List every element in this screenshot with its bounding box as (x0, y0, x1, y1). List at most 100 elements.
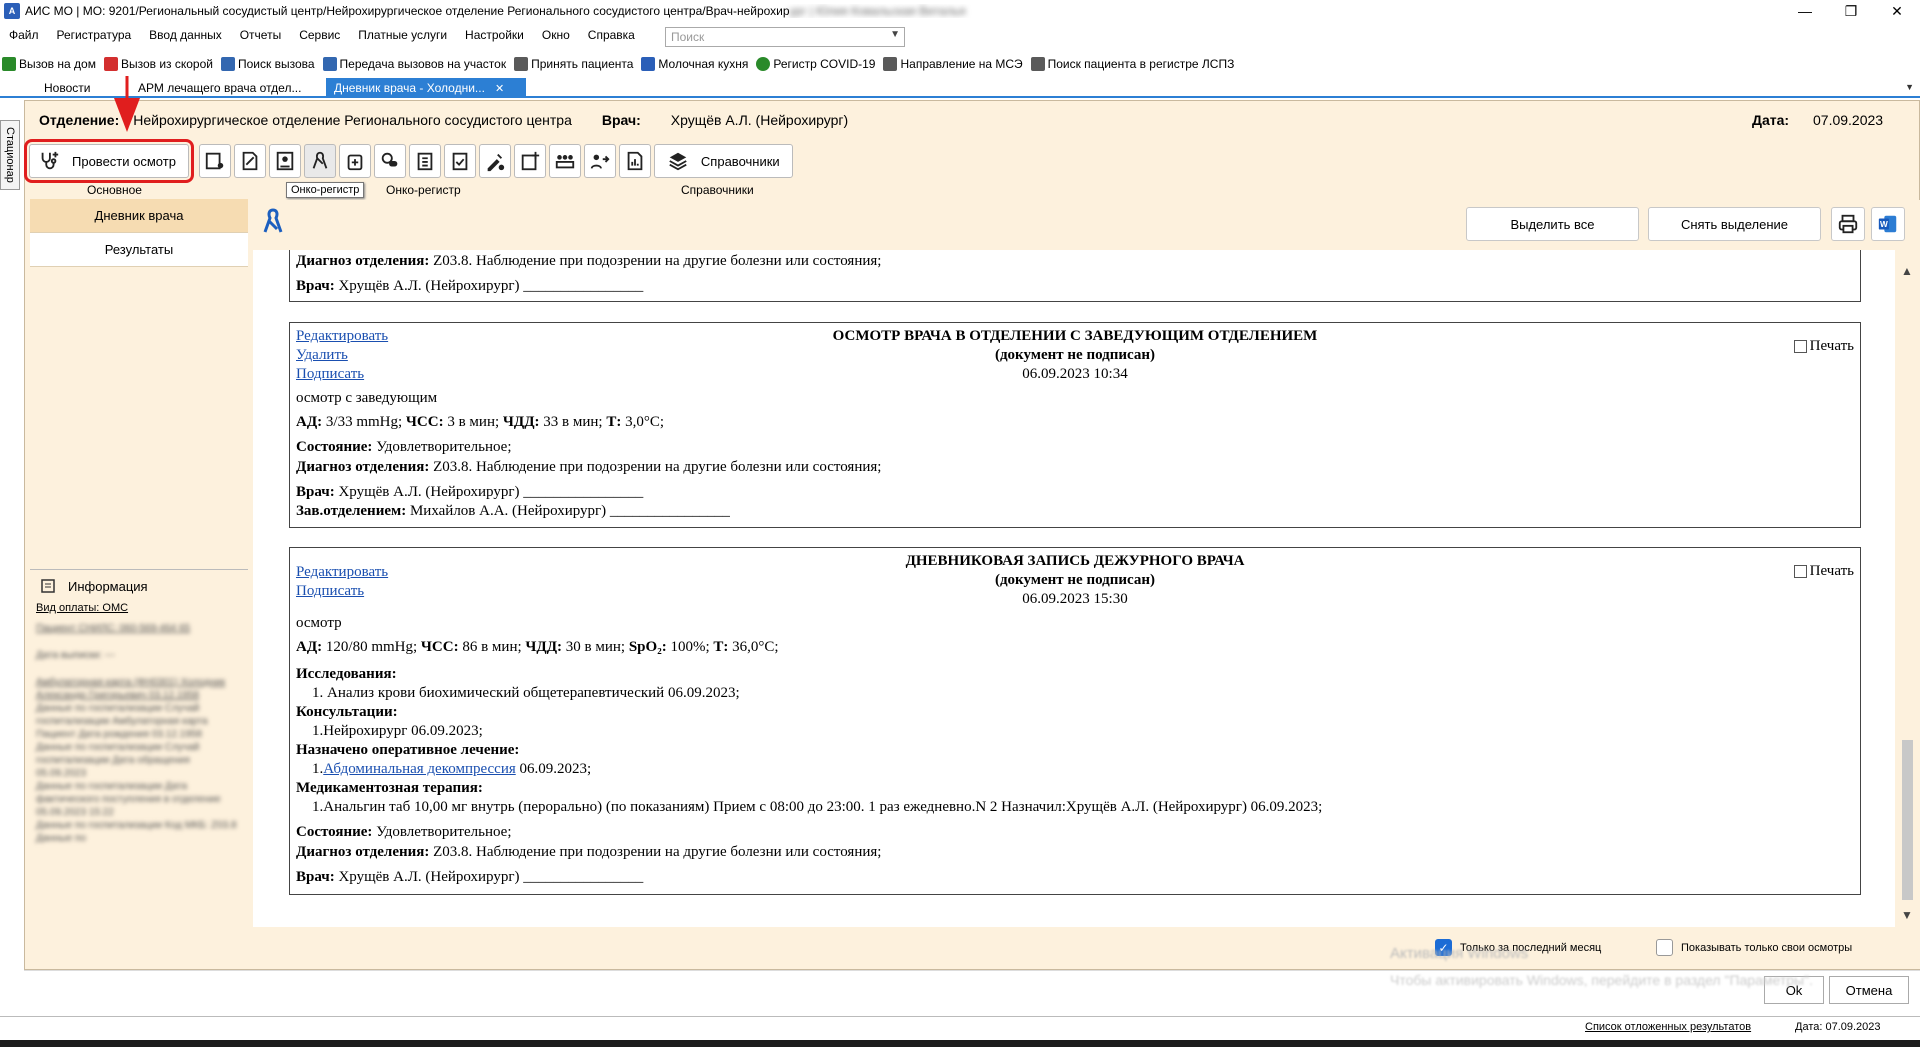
transfer-icon (322, 57, 337, 71)
record-status: (документ не подписан) (994, 347, 1156, 363)
chevron-down-icon[interactable]: ▼ (890, 29, 900, 40)
nav-results[interactable]: Результаты (30, 233, 248, 267)
menu-data-entry[interactable]: Ввод данных (140, 28, 231, 42)
export-word-button[interactable]: W (1871, 207, 1905, 241)
stack-icon (669, 152, 687, 171)
references-button[interactable]: Справочники (653, 144, 793, 178)
word-icon: W (1878, 215, 1897, 233)
quick-launch-bar: Вызов на дом Вызов из скорой Поиск вызов… (0, 53, 1240, 75)
window-title: АИС МО | МО: 9201/Региональный сосудисты… (25, 4, 966, 18)
conduct-exam-button[interactable]: Провести осмотр (24, 139, 194, 183)
quick-covid-registry[interactable]: Регистр COVID-19 (754, 57, 875, 71)
quick-ambulance-call[interactable]: Вызов из скорой (102, 57, 213, 71)
department-value: Нейрохирургическое отделение Регионально… (133, 112, 572, 128)
vitals: АД: 3/33 mmHg; ЧСС: 3 в мин; ЧДД: 33 в м… (296, 414, 665, 430)
nav-doctor-diary[interactable]: Дневник врача (30, 199, 248, 233)
quick-lspz-search[interactable]: Поиск пациента в регистре ЛСПЗ (1029, 57, 1234, 71)
group-label-onco: Онко-регистр (386, 183, 461, 197)
surgery-link[interactable]: Абдоминальная декомпрессия (323, 761, 516, 777)
only-mine-checkbox[interactable]: Показывать только свои осмотры (1656, 939, 1852, 956)
maximize-button[interactable]: ❐ (1828, 0, 1874, 22)
document-edit-icon[interactable] (233, 144, 266, 178)
onco-ribbon-icon[interactable] (303, 144, 336, 178)
quick-home-call[interactable]: Вызов на дом (0, 57, 96, 71)
menu-help[interactable]: Справка (579, 28, 644, 42)
quick-search-call[interactable]: Поиск вызова (219, 57, 315, 71)
annotation-arrow-icon (114, 76, 140, 132)
info-icon (41, 579, 55, 593)
document-tabs: Новости АРМ лечащего врача отдел... Днев… (0, 78, 1920, 98)
quick-transfer-calls[interactable]: Передача вызовов на участок (321, 57, 506, 71)
quick-mse-referral[interactable]: Направление на МСЭ (881, 57, 1023, 71)
tabs-overflow-icon[interactable]: ▼ (1905, 82, 1914, 92)
sign-icon[interactable] (478, 144, 511, 178)
date-value: 07.09.2023 (1813, 112, 1884, 128)
transfer-patients-icon[interactable] (583, 144, 616, 178)
group-label-main: Основное (87, 183, 142, 197)
printer-icon (1838, 214, 1858, 234)
close-tab-icon[interactable]: ✕ (495, 83, 504, 95)
checkbox-icon[interactable] (1793, 565, 1807, 578)
scroll-down-icon[interactable]: ▼ (1901, 908, 1913, 922)
app-icon: А (4, 3, 20, 19)
left-panel: Дневник врача Результаты Информация Вид … (30, 199, 248, 969)
doctor-value: Хрущёв А.Л. (Нейрохирург) (670, 112, 849, 128)
registry-search-icon (1030, 57, 1045, 71)
group-label-refs: Справочники (681, 183, 754, 197)
quick-accept-patient[interactable]: Принять пациента (512, 57, 633, 71)
select-all-button[interactable]: Выделить все (1466, 207, 1639, 241)
cancel-button[interactable]: Отмена (1829, 976, 1909, 1004)
menu-file[interactable]: Файл (0, 28, 48, 42)
print-checkbox[interactable]: Печать (1793, 563, 1854, 580)
search-input[interactable]: Поиск ▼ (665, 27, 905, 47)
pills-icon[interactable] (373, 144, 406, 178)
tab-arm[interactable]: АРМ лечащего врача отдел... (130, 78, 309, 98)
patient-card-icon[interactable] (268, 144, 301, 178)
tab-diary[interactable]: Дневник врача - Холодни... ✕ (326, 78, 526, 98)
awareness-ribbon-icon (263, 208, 283, 233)
close-window-button[interactable]: ✕ (1874, 0, 1920, 22)
record-title: ДНЕВНИКОВАЯ ЗАПИСЬ ДЕЖУРНОГО ВРАЧА (905, 553, 1245, 569)
covid-icon (756, 57, 771, 71)
vertical-scrollbar[interactable]: ▲ ▼ (1895, 250, 1920, 927)
clipboard-icon[interactable] (408, 144, 441, 178)
minimize-button[interactable]: — (1782, 0, 1828, 22)
scroll-up-icon[interactable]: ▲ (1901, 264, 1913, 278)
accept-patient-icon (514, 57, 529, 71)
diary-record: Диагноз отделения: Z03.8. Наблюдение при… (289, 250, 1861, 302)
medicine-icon[interactable] (338, 144, 371, 178)
side-panel-stationary[interactable]: Стационар (0, 120, 20, 190)
scroll-thumb[interactable] (1902, 740, 1913, 900)
print-checkbox[interactable]: Печать (1793, 338, 1854, 355)
toolbar: Провести осмотр Справочники (24, 139, 796, 183)
tab-news[interactable]: Новости (36, 78, 98, 98)
menu-paid-services[interactable]: Платные услуги (349, 28, 456, 42)
checkbox-icon[interactable] (1793, 340, 1807, 353)
doctor-label: Врач: (601, 112, 641, 128)
record-status: (документ не подписан) (994, 572, 1156, 588)
clipboard-check-icon[interactable] (443, 144, 476, 178)
deselect-button[interactable]: Снять выделение (1648, 207, 1821, 241)
list-settings-icon[interactable] (198, 144, 231, 178)
stethoscope-plus-icon (41, 151, 59, 170)
diary-content: Выделить все Снять выделение W Диагноз о… (253, 200, 1920, 927)
menu-registry[interactable]: Регистратура (48, 28, 141, 42)
menu-service[interactable]: Сервис (290, 28, 349, 42)
title-bar: А АИС МО | МО: 9201/Региональный сосудис… (0, 0, 1920, 22)
print-button[interactable] (1831, 207, 1865, 241)
search-call-icon (220, 57, 235, 71)
menu-reports[interactable]: Отчеты (231, 28, 290, 42)
payment-type-link[interactable]: Вид оплаты: ОМС (30, 602, 248, 614)
group-icon[interactable] (548, 144, 581, 178)
quick-milk-kitchen[interactable]: Молочная кухня (639, 57, 748, 71)
report-chart-icon[interactable] (618, 144, 651, 178)
patient-info-blurred: Пациент СНИЛС: 060-569-464 65 Дата выпис… (36, 623, 237, 844)
deferred-results-link[interactable]: Список отложенных результатов (1585, 1021, 1751, 1033)
menu-window[interactable]: Окно (533, 28, 579, 42)
add-document-icon[interactable] (513, 144, 546, 178)
menu-settings[interactable]: Настройки (456, 28, 533, 42)
department-label: Отделение: (39, 112, 120, 128)
windows-activation-watermark: Активация Windows (1390, 945, 1529, 962)
status-bar: Список отложенных результатов Дата: 07.0… (0, 1016, 1920, 1038)
checkbox-icon[interactable] (1656, 939, 1673, 956)
